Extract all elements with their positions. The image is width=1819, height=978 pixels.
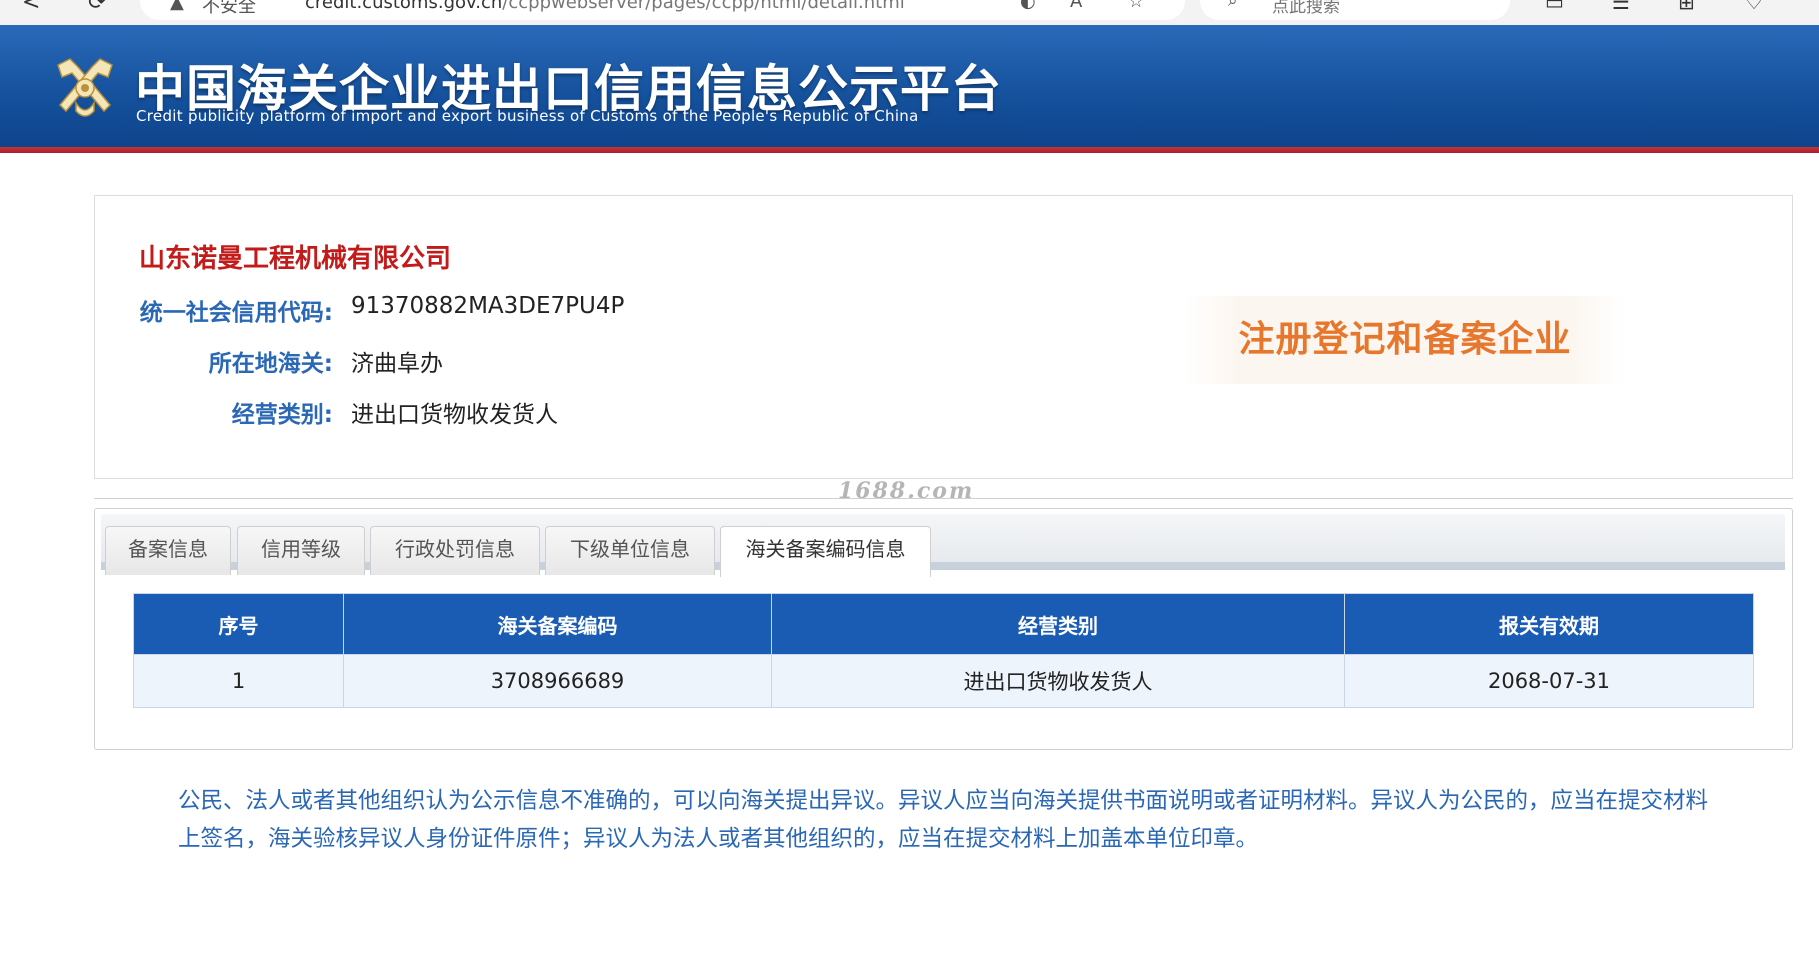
warning-icon: ▲ — [170, 0, 184, 13]
back-icon[interactable]: < — [22, 0, 40, 15]
column-header-index: 序号 — [133, 593, 344, 655]
objection-notice: 公民、法人或者其他组织认为公示信息不准确的，可以向海关提出异议。异议人应当向海关… — [178, 788, 1709, 852]
column-header-business-type: 经营类别 — [771, 593, 1345, 655]
security-label[interactable]: 不安全 — [202, 0, 256, 18]
read-aloud-icon[interactable]: ◐ — [1020, 0, 1036, 12]
info-tabs-panel: 备案信息 信用等级 行政处罚信息 下级单位信息 海关备案编码信息 序号 海关备案… — [94, 508, 1793, 750]
registration-status-stamp: 注册登记和备案企业 — [1185, 296, 1625, 384]
url-path: /ccppwebserver/pages/ccpp/html/detail.ht… — [502, 0, 905, 13]
business-type-label: 经营类别: — [231, 402, 333, 428]
column-header-validity: 报关有效期 — [1344, 593, 1754, 655]
table-header-row: 序号 海关备案编码 经营类别 报关有效期 — [133, 593, 1754, 655]
registration-status-text: 注册登记和备案企业 — [1238, 319, 1572, 360]
collections-icon[interactable]: ⊞ — [1678, 0, 1695, 14]
site-header: 中国海关企业进出口信用信息公示平台 Credit publicity platf… — [0, 25, 1819, 153]
favorites-list-icon[interactable]: ☰ — [1612, 0, 1630, 14]
browser-search-box[interactable]: ⌕ 点此搜索 — [1200, 0, 1510, 20]
credit-code-row: 统一社会信用代码: 91370882MA3DE7PU4P — [95, 293, 895, 327]
tab-administrative-penalty[interactable]: 行政处罚信息 — [370, 526, 540, 575]
company-name: 山东诺曼工程机械有限公司 — [139, 244, 452, 274]
address-url[interactable]: credit.customs.gov.cn/ccppwebserver/page… — [305, 0, 905, 13]
customs-office-value: 济曲阜办 — [351, 351, 443, 377]
company-info-card: 山东诺曼工程机械有限公司 统一社会信用代码: 91370882MA3DE7PU4… — [94, 195, 1793, 479]
tab-customs-filing-code[interactable]: 海关备案编码信息 — [720, 526, 931, 577]
url-host: credit.customs.gov.cn — [305, 0, 503, 13]
business-type-value: 进出口货物收发货人 — [351, 402, 558, 428]
header-divider — [0, 147, 1819, 153]
customs-emblem-icon — [57, 58, 113, 117]
search-icon: ⌕ — [1228, 0, 1238, 11]
credit-code-label: 统一社会信用代码: — [139, 300, 333, 326]
table-row: 1 3708966689 进出口货物收发货人 2068-07-31 — [133, 654, 1754, 708]
cell-business-type: 进出口货物收发货人 — [771, 654, 1345, 708]
browser-toolbar: < ⟳ ▲ 不安全 credit.customs.gov.cn/ccppwebs… — [0, 0, 1819, 25]
tab-subordinate-units[interactable]: 下级单位信息 — [545, 526, 715, 575]
search-placeholder: 点此搜索 — [1272, 0, 1340, 17]
split-screen-icon[interactable]: ▭ — [1545, 0, 1564, 14]
watermark: 1688.com — [838, 478, 975, 504]
business-type-row: 经营类别: 进出口货物收发货人 — [95, 395, 895, 429]
section-divider — [94, 498, 1793, 499]
browser-essentials-icon[interactable]: ♡ — [1745, 0, 1763, 14]
refresh-icon[interactable]: ⟳ — [88, 0, 106, 15]
tab-credit-level[interactable]: 信用等级 — [237, 526, 365, 575]
site-subtitle: Credit publicity platform of import and … — [136, 107, 919, 125]
column-header-filing-code: 海关备案编码 — [343, 593, 772, 655]
tab-bar: 备案信息 信用等级 行政处罚信息 下级单位信息 海关备案编码信息 — [101, 514, 1785, 577]
address-bar[interactable]: ▲ 不安全 credit.customs.gov.cn/ccppwebserve… — [140, 0, 1185, 20]
customs-office-label: 所在地海关: — [208, 351, 333, 377]
cell-filing-code: 3708966689 — [343, 654, 772, 708]
cell-index: 1 — [133, 654, 344, 708]
tab-filing-info[interactable]: 备案信息 — [105, 526, 231, 575]
customs-office-row: 所在地海关: 济曲阜办 — [95, 344, 895, 378]
cell-validity: 2068-07-31 — [1344, 654, 1754, 708]
favorite-star-icon[interactable]: ☆ — [1128, 0, 1144, 12]
font-size-icon[interactable]: A — [1070, 0, 1082, 12]
filing-code-table: 序号 海关备案编码 经营类别 报关有效期 1 3708966689 进出口货物收… — [133, 593, 1754, 708]
credit-code-value: 91370882MA3DE7PU4P — [351, 293, 625, 319]
